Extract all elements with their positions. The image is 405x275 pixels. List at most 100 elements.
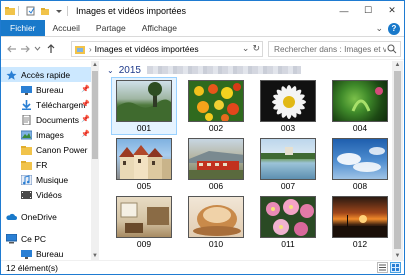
file-name: 008 — [352, 181, 368, 191]
nav-item-videos[interactable]: Vidéos — [1, 187, 62, 202]
file-item-005[interactable]: 005 — [112, 136, 176, 192]
scrollbar-thumb[interactable] — [92, 71, 98, 159]
chevron-down-icon[interactable]: ⌄ — [107, 66, 114, 75]
sky-photo-icon — [332, 138, 388, 180]
desktop-icon — [21, 249, 32, 259]
recent-locations-button[interactable] — [31, 41, 44, 57]
window-controls: — ☐ ✕ — [332, 1, 404, 20]
search-input[interactable]: Rechercher dans : Images et v... — [274, 44, 386, 54]
pictures-folder-icon — [75, 45, 85, 54]
up-button[interactable] — [44, 41, 57, 57]
nav-item-acces-rapide[interactable]: Accès rapide — [1, 67, 91, 82]
pin-icon: 📌 — [81, 86, 90, 93]
scroll-down-icon[interactable]: ▼ — [91, 252, 99, 260]
window-title: Images et vidéos importées — [76, 5, 187, 16]
pin-icon: 📌 — [81, 131, 90, 138]
folder-icon[interactable] — [5, 6, 15, 16]
new-folder-icon[interactable] — [40, 6, 50, 16]
file-item-012[interactable]: 012 — [328, 194, 392, 250]
file-view: ⌄ 2015 001 002 003 004 005 006 007 008 0… — [104, 61, 392, 260]
refresh-icon[interactable]: ↻ — [252, 43, 260, 54]
view-switcher — [377, 262, 401, 273]
file-item-002[interactable]: 002 — [184, 78, 248, 134]
help-icon[interactable]: ? — [388, 22, 400, 35]
nav-item-onedrive[interactable]: OneDrive — [1, 209, 57, 224]
star-icon — [6, 70, 17, 80]
pink-flowers-photo-icon — [260, 196, 316, 238]
nav-item-documents[interactable]: Documents — [1, 112, 79, 127]
up-arrow-icon — [47, 43, 54, 53]
tab-partage[interactable]: Partage — [88, 20, 134, 36]
scroll-up-icon[interactable]: ▲ — [91, 61, 99, 69]
forward-arrow-icon — [20, 45, 30, 52]
divider — [67, 5, 68, 16]
nav-item-label: Documents — [36, 114, 79, 125]
file-name: 002 — [208, 123, 224, 133]
file-item-009[interactable]: 009 — [112, 194, 176, 250]
back-button[interactable] — [5, 41, 18, 57]
breadcrumb-current[interactable]: Images et vidéos importées — [95, 44, 199, 54]
file-name: 001 — [136, 123, 152, 133]
tab-accueil[interactable]: Accueil — [45, 20, 88, 36]
music-icon — [21, 174, 32, 185]
address-row: › Images et vidéos importées ⌄ ↻ Recherc… — [1, 38, 404, 60]
file-item-001[interactable]: 001 — [111, 77, 177, 135]
file-item-007[interactable]: 007 — [256, 136, 320, 192]
tab-affichage[interactable]: Affichage — [134, 20, 185, 36]
ribbon-tabs: Fichier Accueil Partage Affichage ⌄ ? — [1, 20, 404, 37]
scrollbar-thumb[interactable] — [394, 71, 401, 249]
nav-item-bureau-pc[interactable]: Bureau — [1, 246, 63, 260]
address-dropdown-icon[interactable]: ⌄ — [242, 43, 250, 54]
nav-item-label: FR — [36, 159, 48, 170]
expand-ribbon-icon[interactable]: ⌄ — [375, 23, 383, 34]
forward-button[interactable] — [18, 41, 31, 57]
nav-item-canon-power[interactable]: Canon Power — [1, 142, 88, 157]
group-header[interactable]: ⌄ 2015 — [104, 64, 141, 76]
sunset-photo-icon — [332, 196, 388, 238]
daisy-photo-icon — [260, 80, 316, 122]
details-view-icon[interactable] — [377, 262, 388, 273]
file-item-011[interactable]: 011 — [256, 194, 320, 250]
nav-item-label: Téléchargem — [36, 99, 86, 110]
houses-photo-icon — [116, 138, 172, 180]
scroll-up-icon[interactable]: ▲ — [392, 61, 403, 69]
nav-item-label: Vidéos — [36, 189, 62, 200]
pond-photo-icon — [260, 138, 316, 180]
properties-icon[interactable] — [26, 6, 36, 16]
search-icon[interactable] — [387, 44, 397, 54]
nav-item-telechargements[interactable]: Téléchargem — [1, 97, 86, 112]
nav-item-ce-pc[interactable]: Ce PC — [1, 231, 46, 246]
file-item-008[interactable]: 008 — [328, 136, 392, 192]
file-name: 003 — [280, 123, 296, 133]
nav-item-musique[interactable]: Musique — [1, 172, 68, 187]
nav-item-images[interactable]: Images — [1, 127, 64, 142]
group-title: 2015 — [118, 64, 141, 76]
minimize-button[interactable]: — — [332, 1, 356, 20]
pin-icon: 📌 — [81, 101, 90, 108]
large-icons-view-icon[interactable] — [390, 262, 401, 273]
maximize-button[interactable]: ☐ — [356, 1, 380, 20]
status-bar: 12 élément(s) — [1, 260, 404, 274]
file-item-003[interactable]: 003 — [256, 78, 320, 134]
file-name: 004 — [352, 123, 368, 133]
file-name: 012 — [352, 239, 368, 249]
navigation-scrollbar[interactable]: ▲ ▼ — [91, 61, 99, 260]
nav-item-label: Musique — [36, 174, 69, 185]
back-arrow-icon — [6, 45, 16, 52]
content-scrollbar[interactable]: ▲ ▼ — [392, 61, 403, 260]
customize-toolbar-icon[interactable] — [54, 6, 64, 16]
nav-item-fr[interactable]: FR — [1, 157, 47, 172]
file-item-010[interactable]: 010 — [184, 194, 248, 250]
file-item-006[interactable]: 006 — [184, 136, 248, 192]
close-button[interactable]: ✕ — [380, 1, 404, 20]
train-photo-icon — [188, 138, 244, 180]
search-box[interactable]: Rechercher dans : Images et v... — [268, 41, 401, 57]
tab-fichier[interactable]: Fichier — [1, 20, 45, 36]
nav-item-bureau[interactable]: Bureau — [1, 82, 63, 97]
landscape-photo-icon — [116, 80, 172, 122]
address-bar[interactable]: › Images et vidéos importées ⌄ ↻ — [71, 41, 263, 57]
file-item-004[interactable]: 004 — [328, 78, 392, 134]
scroll-down-icon[interactable]: ▼ — [392, 252, 403, 260]
interior-photo-icon — [116, 196, 172, 238]
pin-icon: 📌 — [81, 116, 90, 123]
